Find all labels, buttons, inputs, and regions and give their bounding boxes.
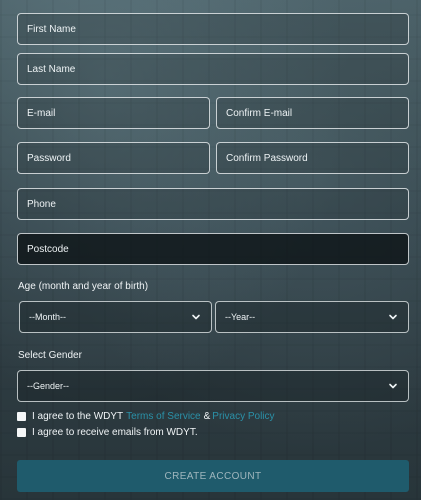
birth-month-select[interactable]: --Month-- <box>19 301 212 333</box>
first-name-field[interactable]: First Name <box>17 13 409 45</box>
emails-agreement-row: I agree to receive emails from WDYT. <box>17 427 198 438</box>
signup-form: First Name Last Name E-mail Confirm E-ma… <box>0 0 421 500</box>
confirm-email-placeholder: Confirm E-mail <box>226 107 293 119</box>
email-placeholder: E-mail <box>27 107 56 119</box>
first-name-placeholder: First Name <box>27 23 76 35</box>
terms-agreement-row: I agree to the WDYT Terms of Service & P… <box>17 411 275 422</box>
chevron-down-icon <box>192 314 200 320</box>
emails-agreement-text: I agree to receive emails from WDYT. <box>32 427 198 438</box>
privacy-policy-link[interactable]: Privacy Policy <box>212 411 274 422</box>
terms-checkbox[interactable] <box>17 412 26 421</box>
gender-value: --Gender-- <box>27 381 70 391</box>
postcode-placeholder: Postcode <box>27 243 69 255</box>
birth-year-select[interactable]: --Year-- <box>215 301 409 333</box>
chevron-down-icon <box>389 314 397 320</box>
postcode-field[interactable]: Postcode <box>17 233 409 265</box>
email-field[interactable]: E-mail <box>17 97 210 129</box>
age-label: Age (month and year of birth) <box>18 281 149 292</box>
create-account-button[interactable]: CREATE ACCOUNT <box>17 460 409 492</box>
gender-select[interactable]: --Gender-- <box>17 370 409 402</box>
gender-label: Select Gender <box>18 350 82 361</box>
last-name-field[interactable]: Last Name <box>17 53 409 85</box>
terms-of-service-link[interactable]: Terms of Service <box>126 411 200 422</box>
emails-checkbox[interactable] <box>17 428 26 437</box>
phone-field[interactable]: Phone <box>17 188 409 220</box>
terms-prefix-text: I agree to the WDYT <box>32 411 124 422</box>
birth-month-value: --Month-- <box>29 312 67 322</box>
password-placeholder: Password <box>27 152 71 164</box>
birth-year-value: --Year-- <box>225 312 256 322</box>
confirm-password-field[interactable]: Confirm Password <box>216 142 409 174</box>
phone-placeholder: Phone <box>27 198 56 210</box>
last-name-placeholder: Last Name <box>27 63 76 75</box>
password-field[interactable]: Password <box>17 142 210 174</box>
terms-amp-text: & <box>203 411 211 422</box>
confirm-password-placeholder: Confirm Password <box>226 152 308 164</box>
confirm-email-field[interactable]: Confirm E-mail <box>216 97 409 129</box>
chevron-down-icon <box>389 383 397 389</box>
